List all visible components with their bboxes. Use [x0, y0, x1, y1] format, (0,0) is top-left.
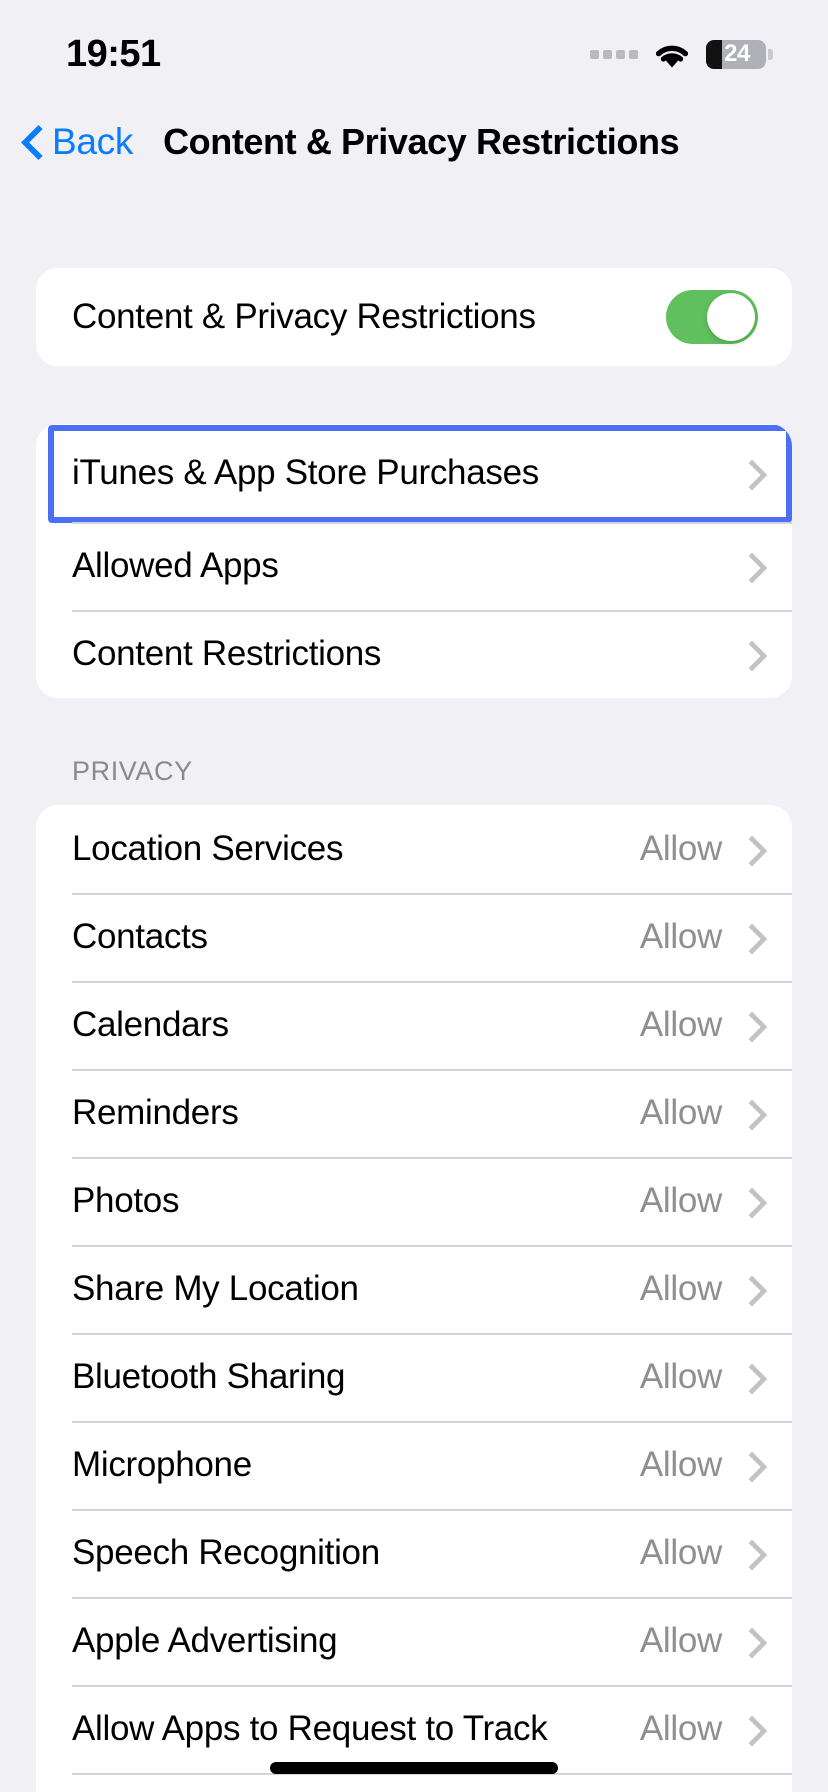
- chevron-right-icon: [740, 1274, 758, 1304]
- status-indicators: 24: [590, 39, 773, 69]
- row-speech-recognition[interactable]: Speech Recognition Allow: [36, 1509, 792, 1597]
- chevron-right-icon: [740, 1098, 758, 1128]
- chevron-right-icon: [740, 922, 758, 952]
- spacer-restrictions: [0, 366, 828, 424]
- row-bluetooth-sharing[interactable]: Bluetooth Sharing Allow: [36, 1333, 792, 1421]
- privacy-section-header: PRIVACY: [72, 756, 193, 786]
- signal-dots-icon: [590, 49, 638, 59]
- chevron-right-icon: [740, 1010, 758, 1040]
- row-separator: [72, 1597, 792, 1599]
- row-label: Photos: [72, 1181, 180, 1220]
- row-separator: [72, 1333, 792, 1335]
- row-reminders[interactable]: Reminders Allow: [36, 1069, 792, 1157]
- back-button-label: Back: [52, 121, 134, 162]
- row-separator: [72, 1245, 792, 1247]
- row-label: Share My Location: [72, 1269, 359, 1308]
- row-value: Allow: [639, 1357, 722, 1396]
- row-label: iTunes & App Store Purchases: [72, 453, 539, 492]
- row-microphone[interactable]: Microphone Allow: [36, 1421, 792, 1509]
- battery-percent-label: 24: [724, 40, 750, 67]
- spacer-top: [0, 190, 828, 268]
- row-value: Allow: [639, 1621, 722, 1660]
- row-separator: [72, 1069, 792, 1071]
- row-separator: [72, 1421, 792, 1423]
- chevron-right-icon: [740, 1362, 758, 1392]
- row-label: Bluetooth Sharing: [72, 1357, 346, 1396]
- chevron-right-icon: [740, 1450, 758, 1480]
- row-separator: [72, 893, 792, 895]
- row-separator: [72, 1509, 792, 1511]
- row-label: Apple Advertising: [72, 1621, 338, 1660]
- row-value: Allow: [639, 1533, 722, 1572]
- chevron-right-icon: [740, 1186, 758, 1216]
- battery-icon: 24: [706, 39, 773, 69]
- row-label: Location Services: [72, 829, 344, 868]
- chevron-right-icon: [740, 551, 758, 581]
- row-share-my-location[interactable]: Share My Location Allow: [36, 1245, 792, 1333]
- row-value: Allow: [639, 1445, 722, 1484]
- content-privacy-restrictions-toggle[interactable]: [666, 290, 758, 344]
- row-separator: [72, 1157, 792, 1159]
- row-apple-advertising[interactable]: Apple Advertising Allow: [36, 1597, 792, 1685]
- row-itunes-app-store-purchases[interactable]: iTunes & App Store Purchases: [36, 424, 792, 523]
- restrictions-card: iTunes & App Store Purchases Allowed App…: [36, 424, 792, 698]
- spacer-privacy: [0, 698, 828, 756]
- row-separator: [72, 610, 792, 612]
- row-value: Allow: [639, 1005, 722, 1044]
- row-contacts[interactable]: Contacts Allow: [36, 893, 792, 981]
- row-value: Allow: [639, 1269, 722, 1308]
- row-content-privacy-restrictions[interactable]: Content & Privacy Restrictions: [36, 268, 792, 366]
- row-separator: [72, 522, 792, 524]
- privacy-card: Location Services Allow Contacts Allow C…: [36, 805, 792, 1792]
- wifi-icon: [655, 45, 689, 67]
- chevron-right-icon: [740, 1538, 758, 1568]
- content-privacy-toggle-card: Content & Privacy Restrictions: [36, 268, 792, 366]
- row-label: Microphone: [72, 1445, 252, 1484]
- row-label: Content Restrictions: [72, 634, 382, 673]
- chevron-left-icon: [22, 123, 44, 161]
- row-content-restrictions[interactable]: Content Restrictions: [36, 610, 792, 698]
- row-label: Contacts: [72, 917, 208, 956]
- row-calendars[interactable]: Calendars Allow: [36, 981, 792, 1069]
- toggle-knob: [707, 293, 755, 341]
- row-media-and-apple-music[interactable]: Media & Apple Music Allow: [36, 1773, 792, 1792]
- chevron-right-icon: [740, 1714, 758, 1744]
- navigation-bar: Back Content & Privacy Restrictions: [0, 94, 828, 190]
- row-value: Allow: [639, 1709, 722, 1748]
- row-label: Content & Privacy Restrictions: [72, 297, 536, 336]
- chevron-right-icon: [740, 458, 758, 488]
- row-separator: [72, 981, 792, 983]
- status-bar: 19:51 24: [0, 0, 828, 94]
- row-allow-apps-to-request-to-track[interactable]: Allow Apps to Request to Track Allow: [36, 1685, 792, 1773]
- page-title: Content & Privacy Restrictions: [163, 121, 680, 162]
- status-time: 19:51: [66, 32, 161, 75]
- chevron-right-icon: [740, 834, 758, 864]
- chevron-right-icon: [740, 1626, 758, 1656]
- row-label: Reminders: [72, 1093, 239, 1132]
- row-photos[interactable]: Photos Allow: [36, 1157, 792, 1245]
- row-allowed-apps[interactable]: Allowed Apps: [36, 522, 792, 610]
- row-value: Allow: [639, 1093, 722, 1132]
- row-label: Calendars: [72, 1005, 229, 1044]
- row-value: Allow: [639, 829, 722, 868]
- row-value: Allow: [639, 917, 722, 956]
- home-indicator: [270, 1762, 558, 1774]
- row-separator: [72, 1685, 792, 1687]
- chevron-right-icon: [740, 639, 758, 669]
- row-value: Allow: [639, 1181, 722, 1220]
- back-button[interactable]: Back: [22, 121, 133, 163]
- row-label: Allowed Apps: [72, 546, 279, 585]
- row-location-services[interactable]: Location Services Allow: [36, 805, 792, 893]
- row-label: Allow Apps to Request to Track: [72, 1709, 548, 1748]
- row-label: Speech Recognition: [72, 1533, 380, 1572]
